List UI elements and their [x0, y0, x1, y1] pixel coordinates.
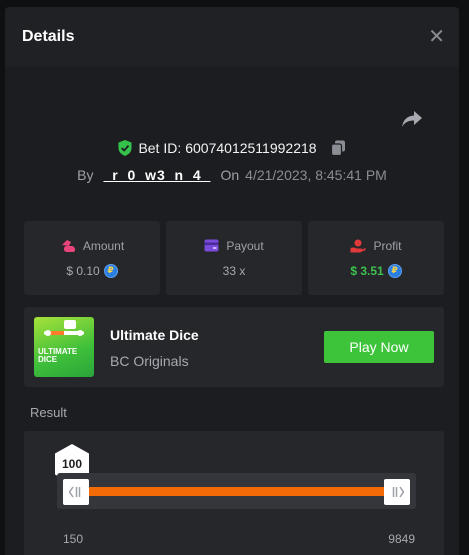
bet-timestamp: 4/21/2023, 8:45:41 PM	[245, 167, 387, 183]
money-bag-icon	[61, 239, 75, 252]
coin-icon: ₽	[387, 263, 402, 278]
stat-amount-label: Amount	[82, 238, 125, 253]
stat-amount: Amount $ 0.10 ₽	[24, 221, 160, 295]
modal-title: Details	[22, 28, 75, 45]
range-track	[57, 473, 416, 509]
wallet-icon	[204, 239, 219, 252]
range-max-label: 9849	[388, 532, 415, 546]
result-label: Result	[30, 405, 67, 420]
range-handle-left[interactable]	[63, 479, 89, 505]
stat-payout-value: 33 x	[222, 263, 246, 278]
stat-payout: Payout 33 x	[166, 221, 302, 295]
on-label: On	[220, 167, 240, 183]
dice-slider-graphic	[44, 320, 84, 336]
stat-profit-label: Profit	[373, 238, 402, 253]
range-min-label: 150	[63, 532, 84, 546]
share-icon[interactable]	[401, 110, 423, 128]
range-bar	[85, 487, 386, 496]
stat-payout-label: Payout	[226, 238, 264, 253]
game-card: ULTIMATE DICE Ultimate Dice BC Originals…	[24, 307, 444, 387]
bet-id-value: 60074012511992218	[185, 140, 317, 156]
details-modal: Details ✕ Bet ID: 60074012511992218 By _…	[5, 7, 459, 555]
coin-icon: ₽	[103, 263, 118, 278]
game-provider: BC Originals	[110, 353, 189, 369]
game-thumbnail[interactable]: ULTIMATE DICE	[34, 317, 94, 377]
stat-amount-value: $ 0.10	[66, 263, 100, 278]
by-label: By	[77, 167, 94, 183]
stat-profit: Profit $ 3.51 ₽	[308, 221, 444, 295]
handle-grip-icon	[69, 486, 81, 498]
modal-header: Details ✕	[5, 7, 459, 67]
handle-grip-icon	[392, 486, 404, 498]
bet-stats: Amount $ 0.10 ₽ Payout 33 x Profit $ 3.5…	[24, 221, 444, 295]
result-panel: 100 150 9849	[24, 431, 444, 555]
play-now-button[interactable]: Play Now	[324, 331, 434, 363]
stat-profit-value: $ 3.51	[350, 263, 384, 278]
username-link[interactable]: _r_0_w3_n_4_	[104, 167, 211, 183]
bet-id-row: Bet ID: 60074012511992218	[5, 140, 459, 156]
thumbnail-text: ULTIMATE DICE	[38, 347, 78, 364]
shield-check-icon	[118, 140, 132, 156]
game-name: Ultimate Dice	[110, 327, 199, 343]
close-icon[interactable]: ✕	[428, 27, 445, 47]
hand-coin-icon	[350, 239, 366, 252]
bet-author-row: By _r_0_w3_n_4_ On 4/21/2023, 8:45:41 PM	[5, 167, 459, 183]
bet-id-label: Bet ID:	[138, 140, 182, 156]
range-handle-right[interactable]	[384, 479, 410, 505]
copy-icon[interactable]	[330, 140, 346, 156]
